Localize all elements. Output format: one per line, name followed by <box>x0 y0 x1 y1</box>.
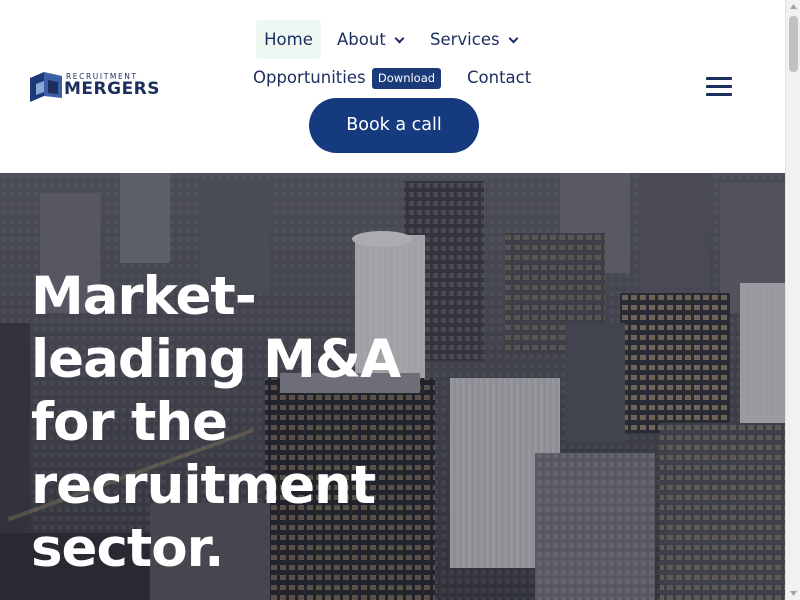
menu-bar-top <box>706 77 732 80</box>
hero-section: Market-leading M&A for the recruitment s… <box>0 173 785 600</box>
hero-title: Market-leading M&A for the recruitment s… <box>31 266 401 579</box>
chevron-down-icon <box>508 33 519 44</box>
hamburger-menu-icon[interactable] <box>704 74 734 100</box>
scrollbar-thumb[interactable] <box>789 16 798 72</box>
page: RECRUITMENT MERGERS Home About Services … <box>0 0 785 600</box>
download-badge[interactable]: Download <box>372 68 441 89</box>
nav-home[interactable]: Home <box>256 20 321 59</box>
menu-bar-bottom <box>706 93 732 96</box>
nav-services[interactable]: Services <box>430 20 519 59</box>
menu-bar-middle <box>706 85 732 88</box>
logo-mark-icon <box>30 72 62 102</box>
nav-opportunities[interactable]: Opportunities <box>253 60 366 96</box>
nav-contact[interactable]: Contact <box>467 60 531 96</box>
scroll-up-arrow-icon[interactable] <box>786 0 800 14</box>
nav-about[interactable]: About <box>337 20 405 59</box>
site-header: RECRUITMENT MERGERS Home About Services … <box>0 0 785 173</box>
book-call-button[interactable]: Book a call <box>309 98 479 153</box>
nav-about-label: About <box>337 30 386 49</box>
brand-logo[interactable]: RECRUITMENT MERGERS <box>30 70 160 104</box>
chevron-down-icon <box>394 33 405 44</box>
nav-services-label: Services <box>430 30 500 49</box>
page-scrollbar[interactable] <box>785 0 800 600</box>
scroll-down-arrow-icon[interactable] <box>786 586 800 600</box>
logo-wordmark: MERGERS <box>64 79 161 99</box>
